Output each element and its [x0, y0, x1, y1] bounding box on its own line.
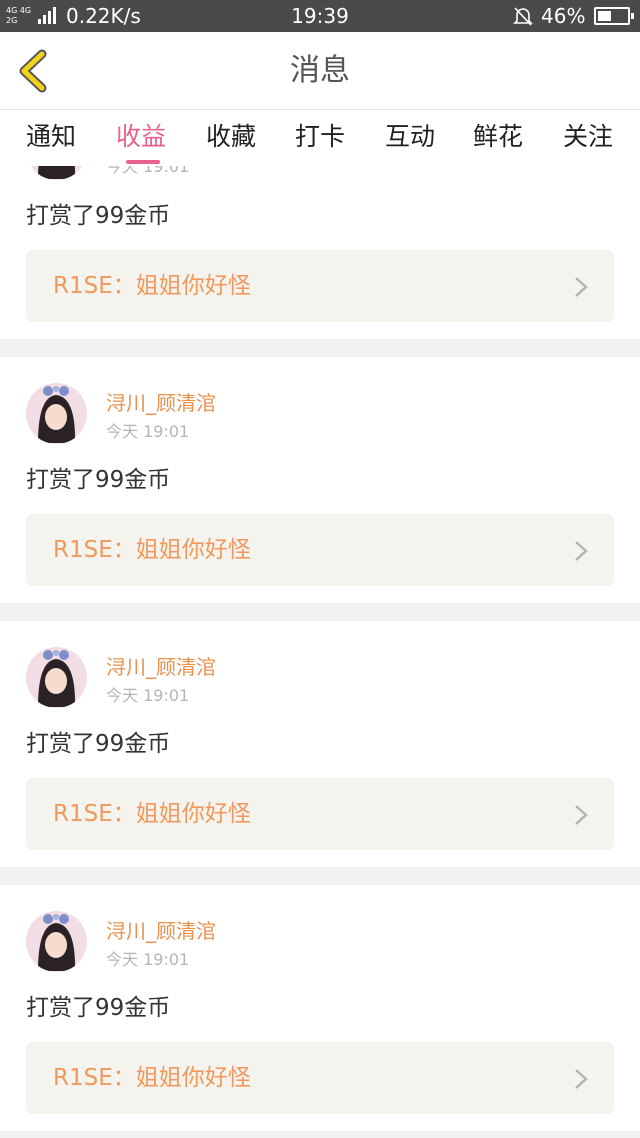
- chevron-right-icon: [575, 1069, 588, 1089]
- message-action: 打赏了99金币: [26, 731, 171, 757]
- message-time: 今天 19:01: [106, 686, 190, 705]
- tab-flowers[interactable]: 鲜花: [458, 122, 538, 152]
- message-time: 今天 19:01: [106, 950, 190, 969]
- tab-earnings[interactable]: 收益: [101, 122, 181, 152]
- tab-notifications[interactable]: 通知: [11, 122, 91, 152]
- tab-bar: 通知 收益 收藏 打卡 互动 鲜花 关注: [0, 110, 640, 166]
- message-card: 今天 19:01 打赏了99金币 R1SE：姐姐你好怪: [0, 166, 640, 339]
- message-action: 打赏了99金币: [26, 467, 171, 493]
- username-link[interactable]: 浔川_顾清涫: [106, 391, 216, 415]
- quoted-post[interactable]: R1SE：姐姐你好怪: [26, 514, 614, 586]
- message-action: 打赏了99金币: [26, 203, 171, 229]
- battery-percent: 46%: [541, 4, 586, 28]
- avatar[interactable]: [26, 383, 87, 444]
- avatar[interactable]: [26, 911, 87, 972]
- tab-follow[interactable]: 关注: [548, 122, 628, 152]
- message-card: 浔川_顾清涫 今天 19:01 打赏了99金币 R1SE：姐姐你好怪: [0, 357, 640, 603]
- avatar[interactable]: [26, 647, 87, 708]
- quoted-post-text: R1SE：姐姐你好怪: [53, 1065, 251, 1091]
- tab-interaction[interactable]: 互动: [370, 122, 450, 152]
- tab-favorites[interactable]: 收藏: [191, 122, 271, 152]
- active-tab-indicator: [126, 160, 160, 164]
- message-card: 浔川_顾清涫 今天 19:01 打赏了99金币 R1SE：姐姐你好怪: [0, 621, 640, 867]
- quoted-post-text: R1SE：姐姐你好怪: [53, 537, 251, 563]
- message-time: 今天 19:01: [106, 166, 190, 176]
- quoted-post[interactable]: R1SE：姐姐你好怪: [26, 778, 614, 850]
- username-link[interactable]: 浔川_顾清涫: [106, 919, 216, 943]
- quoted-post[interactable]: R1SE：姐姐你好怪: [26, 1042, 614, 1114]
- quoted-post-text: R1SE：姐姐你好怪: [53, 801, 251, 827]
- avatar[interactable]: [26, 166, 87, 180]
- chevron-right-icon: [575, 805, 588, 825]
- tab-checkin[interactable]: 打卡: [280, 122, 360, 152]
- battery-fill: [598, 11, 611, 21]
- message-time: 今天 19:01: [106, 422, 190, 441]
- bell-muted-icon: [513, 7, 533, 26]
- page-title: 消息: [290, 53, 350, 88]
- quoted-post[interactable]: R1SE：姐姐你好怪: [26, 250, 614, 322]
- chevron-right-icon: [575, 541, 588, 561]
- nav-bar: 消息: [0, 32, 640, 110]
- quoted-post-text: R1SE：姐姐你好怪: [53, 273, 251, 299]
- username-link[interactable]: 浔川_顾清涫: [106, 655, 216, 679]
- battery-icon: [594, 7, 634, 25]
- chevron-right-icon: [575, 277, 588, 297]
- message-action: 打赏了99金币: [26, 995, 171, 1021]
- message-card: 浔川_顾清涫 今天 19:01 打赏了99金币 R1SE：姐姐你好怪: [0, 885, 640, 1131]
- status-bar: 4G 4G 2G 0.22K/s 19:39 46%: [0, 0, 640, 32]
